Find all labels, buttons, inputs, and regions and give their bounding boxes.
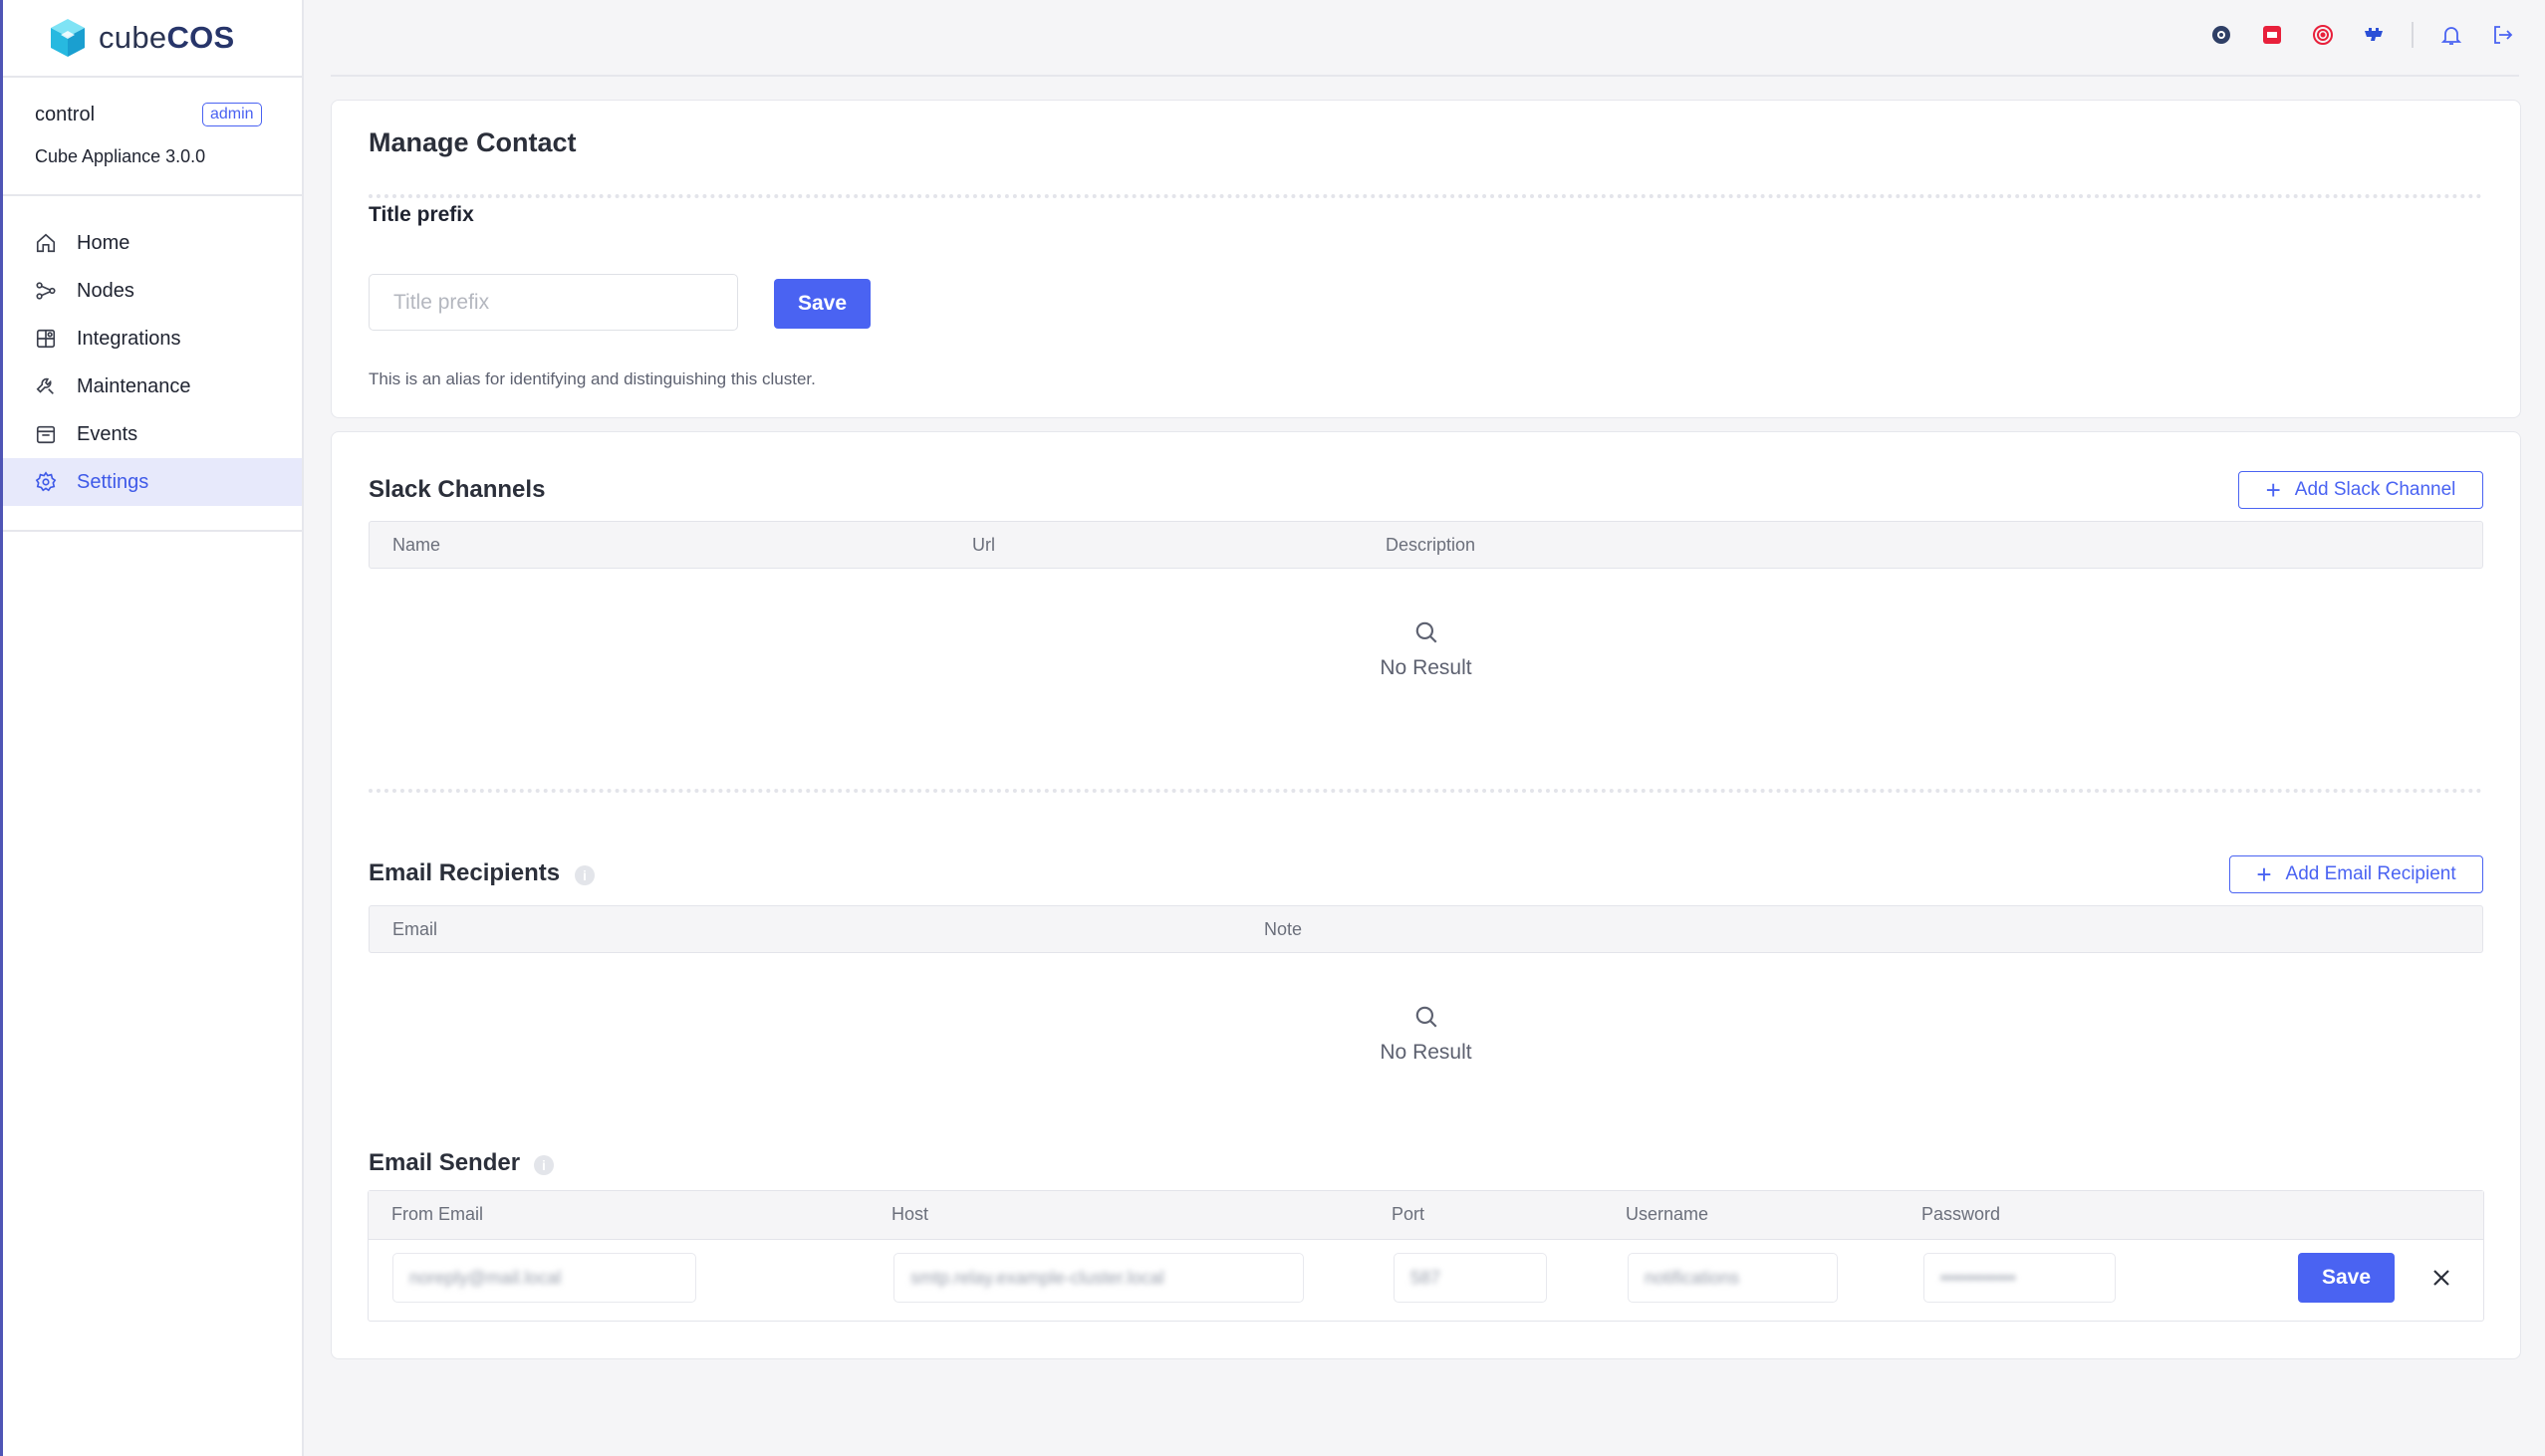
empty-text: No Result [1380,1041,1472,1064]
column-header: Host [891,1204,929,1224]
from-email-value: noreply@mail.local [409,1267,562,1288]
username-field[interactable]: notifications [1628,1253,1838,1303]
appliance-version: Cube Appliance 3.0.0 [35,146,206,166]
plus-icon: + [2265,475,2281,505]
close-icon [2433,1270,2449,1286]
column-header: From Email [391,1204,484,1224]
column-header: Description [1386,535,1476,555]
role-badge: admin [202,103,262,126]
sidebar-item-events[interactable]: Events [3,410,302,458]
sidebar-item-label: Maintenance [77,374,191,397]
logout-button[interactable] [2489,22,2515,48]
sidebar-nav: Home Nodes Integrations Maintenance Even… [3,219,302,506]
app-logo[interactable]: cubeCOS [49,16,235,60]
from-email-field[interactable]: noreply@mail.local [392,1253,696,1303]
sidebar-divider [3,194,302,196]
page-title: Manage Contact [369,127,577,157]
title-prefix-input[interactable] [369,274,738,331]
column-header: Name [392,535,441,555]
port-value: 587 [1410,1267,1441,1288]
sidebar-item-label: Events [77,422,138,445]
save-email-sender-button[interactable]: Save [2298,1253,2395,1303]
sidebar-item-home[interactable]: Home [3,219,302,267]
username-value: notifications [1645,1267,1740,1288]
cube-logo-icon [51,19,85,57]
ceph-link[interactable] [2208,22,2234,48]
manage-contact-card: Manage Contact Title prefix Save This is… [331,100,2521,418]
grafana-icon [2313,25,2333,45]
empty-text: No Result [1380,656,1472,679]
section-divider [369,194,2483,198]
search-icon [1415,1006,1437,1028]
sidebar: cubeCOS control admin Cube Appliance 3.0… [3,0,304,1456]
column-header: Email [392,919,438,939]
email-recipients-empty-state: No Result [369,1004,2483,1065]
app-name: cubeCOS [99,20,235,55]
info-icon[interactable]: i [575,865,595,885]
email-sender-table-header: From Email Host Port Username Password [369,1191,2483,1240]
title-prefix-help: This is an alias for identifying and dis… [369,369,816,388]
search-icon [1415,621,1437,643]
column-header: Port [1392,1204,1425,1224]
slack-channels-title: Slack Channels [369,476,546,503]
home-icon [36,233,56,253]
sidebar-item-nodes[interactable]: Nodes [3,267,302,315]
openstack-link[interactable] [2259,22,2285,48]
ceph-icon [2212,26,2230,44]
grafana-link[interactable] [2310,22,2336,48]
sidebar-item-label: Home [77,231,130,254]
integrations-icon [36,329,56,349]
sidebar-item-label: Settings [77,470,149,493]
add-email-recipient-label: Add Email Recipient [2285,863,2456,884]
sidebar-item-label: Integrations [77,327,181,350]
port-field[interactable]: 587 [1394,1253,1547,1303]
maintenance-icon [36,377,54,394]
section-divider [369,789,2483,793]
password-field[interactable]: •••••••••••• [1923,1253,2116,1303]
top-bar-icons [2183,22,2515,48]
title-prefix-label: Title prefix [369,203,474,226]
nodes-icon [36,282,56,300]
sidebar-divider [3,76,302,78]
sidebar-item-settings[interactable]: Settings [3,458,302,506]
slack-empty-state: No Result [369,619,2483,680]
column-header: Username [1626,1204,1709,1224]
sidebar-item-label: Nodes [77,279,134,302]
email-recipients-table-header: Email Note [369,905,2483,953]
sidebar-divider [3,530,302,532]
plus-icon: + [2256,859,2272,889]
password-value: •••••••••••• [1940,1267,2016,1288]
slack-table-header: Name Url Description [369,521,2483,569]
settings-icon [35,471,57,492]
events-icon [36,425,56,444]
column-header: Password [1921,1204,2001,1224]
add-slack-channel-label: Add Slack Channel [2294,479,2456,500]
openstack-icon [2263,26,2281,44]
top-bar-divider [331,75,2519,77]
email-recipients-title: Email Recipients [369,859,561,886]
info-icon[interactable]: i [534,1155,554,1175]
kubernetes-link[interactable] [2361,22,2387,48]
cancel-button[interactable] [2429,1266,2453,1290]
notifications-button[interactable] [2438,22,2464,48]
user-name: control [35,104,96,125]
top-bar [304,0,2545,76]
add-email-recipient-button[interactable]: + Add Email Recipient [2229,855,2483,893]
email-sender-title: Email Sender [369,1149,521,1176]
add-slack-channel-button[interactable]: + Add Slack Channel [2238,471,2483,509]
sidebar-item-maintenance[interactable]: Maintenance [3,363,302,410]
bell-icon [2440,27,2462,45]
column-header: Url [972,535,995,555]
host-field[interactable]: smtp.relay.example-cluster.local [893,1253,1304,1303]
logout-icon [2494,26,2513,44]
host-value: smtp.relay.example-cluster.local [910,1267,1164,1288]
save-title-prefix-button[interactable]: Save [774,279,871,329]
email-sender-table: From Email Host Port Username Password n… [368,1190,2484,1322]
column-header: Note [1264,919,1303,939]
kubernetes-icon [2365,28,2383,41]
top-bar-separator [2412,22,2414,48]
sidebar-item-integrations[interactable]: Integrations [3,315,302,363]
